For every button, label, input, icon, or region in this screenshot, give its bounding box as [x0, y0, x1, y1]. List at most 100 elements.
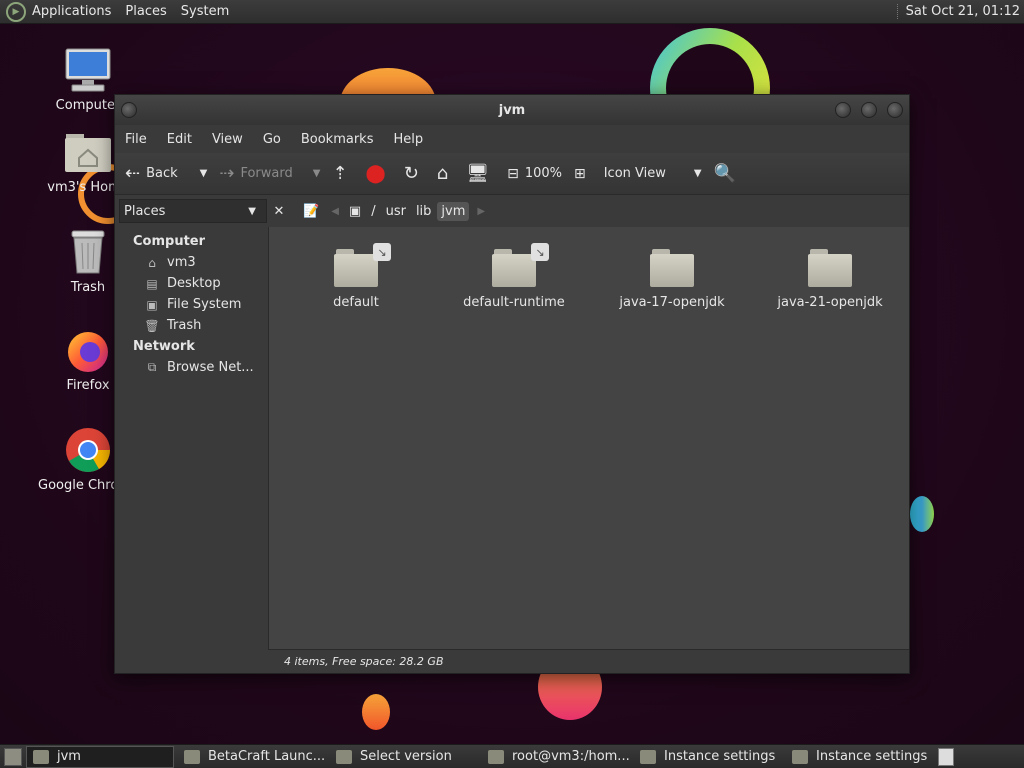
sidebar-item-desktop[interactable]: ▤ Desktop [115, 273, 265, 294]
window-body: Computer ⌂ vm3 ▤ Desktop ▣ File System 🗑… [115, 227, 909, 673]
wallpaper-shape [910, 496, 934, 532]
menu-file[interactable]: File [125, 132, 147, 147]
maximize-button[interactable] [861, 102, 877, 118]
firefox-icon [64, 326, 112, 374]
zoom-out-icon: ⊟ [507, 165, 519, 182]
taskbar-item[interactable]: Instance settings [786, 746, 930, 768]
back-history-dropdown[interactable]: ▼ [200, 168, 208, 179]
taskbar-item[interactable]: jvm [26, 745, 174, 768]
folder-icon [808, 249, 852, 287]
bottom-panel: jvm BetaCraft Launc... Select version ro… [0, 744, 1024, 768]
chevron-down-icon: ▼ [248, 205, 256, 217]
chevron-down-icon: ▼ [693, 168, 702, 179]
file-manager-window: jvm File Edit View Go Bookmarks Help ⇠ B… [114, 94, 910, 674]
chrome-icon [64, 426, 112, 474]
edit-location-icon[interactable]: 📝 [299, 202, 323, 221]
search-icon: 🔍 [713, 163, 736, 184]
sidebar-item-vm3[interactable]: ⌂ vm3 [115, 252, 265, 273]
sidebar-item-trash[interactable]: 🗑 Trash [115, 315, 265, 336]
folder-icon [334, 249, 378, 287]
file-item[interactable]: java-21-openjdk [751, 235, 909, 310]
computer-button[interactable]: 🖥 [466, 163, 495, 184]
symlink-emblem-icon: ↘ [373, 243, 391, 261]
forward-button[interactable]: ⇢ Forward ▼ [219, 163, 320, 184]
main-menu-icon[interactable]: ▶ [6, 1, 26, 22]
zoom-out-button[interactable]: ⊟ 100% [507, 166, 562, 182]
app-icon [640, 749, 656, 764]
breadcrumb-jvm[interactable]: jvm [437, 201, 470, 221]
workspace-switcher[interactable] [938, 747, 954, 766]
taskbar-item[interactable]: root@vm3:/hom... [482, 746, 630, 768]
up-arrow-icon: ⇡ [332, 163, 348, 184]
window-titlebar[interactable]: jvm [115, 95, 909, 125]
filesystem-icon: ▣ [348, 203, 362, 219]
taskbar-item[interactable]: Instance settings [634, 746, 782, 768]
menu-view[interactable]: View [212, 132, 243, 147]
menu-system[interactable]: System [181, 4, 229, 19]
breadcrumb-usr[interactable]: usr [382, 202, 410, 221]
close-button[interactable] [887, 102, 903, 118]
breadcrumb-right-arrow-icon[interactable]: ▶ [477, 206, 485, 217]
computer-icon: 🖥 [466, 163, 490, 184]
reload-icon: ↻ [403, 163, 419, 184]
home-icon: ⌂ [148, 255, 156, 270]
breadcrumb: 📝 ◀ ▣ / usr lib jvm ▶ [299, 201, 491, 221]
breadcrumb-left-arrow-icon[interactable]: ◀ [331, 206, 339, 217]
search-button[interactable]: 🔍 [714, 163, 742, 184]
app-icon [336, 749, 352, 764]
toolbar: ⇠ Back ▼ ⇢ Forward ▼ ⇡ ⬤ ↻ ⌂ 🖥 ⊟ 100% ⊞ … [115, 153, 909, 195]
computer-icon [64, 46, 112, 94]
menu-places[interactable]: Places [125, 4, 166, 19]
back-arrow-icon: ⇠ [125, 163, 141, 184]
clock[interactable]: Sat Oct 21, 01:12 [896, 4, 1020, 19]
home-button[interactable]: ⌂ [437, 163, 454, 184]
folder-icon [650, 249, 694, 287]
menu-bookmarks[interactable]: Bookmarks [301, 132, 374, 147]
sidebar-item-file-system[interactable]: ▣ File System [115, 294, 265, 315]
sidebar-selector[interactable]: Places ▼ [119, 199, 267, 223]
home-folder-icon [64, 128, 112, 176]
up-button[interactable]: ⇡ [332, 163, 353, 184]
desktop-folder-icon: ▤ [146, 276, 158, 291]
minimize-button[interactable] [835, 102, 851, 118]
home-icon: ⌂ [436, 163, 449, 184]
sidebar-heading-network: Network [133, 339, 195, 354]
show-desktop-icon[interactable] [4, 747, 22, 766]
menu-help[interactable]: Help [393, 132, 423, 147]
wallpaper-shape [362, 694, 390, 730]
file-item[interactable]: ↘ default-runtime [435, 235, 593, 310]
sidebar-item-browse-network[interactable]: ⧉ Browse Net... [115, 357, 265, 378]
file-grid: ↘ default ↘ default-runtime java-17-open… [269, 227, 909, 310]
stop-button[interactable]: ⬤ [366, 163, 392, 184]
top-panel: ▶ Applications Places System Sat Oct 21,… [0, 0, 1024, 24]
file-item[interactable]: java-17-openjdk [593, 235, 751, 310]
folder-icon [33, 749, 49, 764]
menu-applications[interactable]: Applications [32, 4, 111, 19]
network-icon: ⧉ [147, 360, 157, 374]
location-bar: Places ▼ ✕ 📝 ◀ ▣ / usr lib jvm ▶ [115, 195, 909, 227]
view-mode-select[interactable]: Icon View ▼ [604, 166, 702, 181]
breadcrumb-lib[interactable]: lib [412, 202, 435, 221]
zoom-in-icon: ⊞ [573, 165, 586, 182]
app-icon [184, 749, 200, 764]
zoom-in-button[interactable]: ⊞ [574, 166, 592, 182]
menubar: File Edit View Go Bookmarks Help [115, 125, 909, 153]
menu-go[interactable]: Go [263, 132, 281, 147]
window-menu-button[interactable] [121, 102, 137, 118]
places-sidebar: Computer ⌂ vm3 ▤ Desktop ▣ File System 🗑… [115, 227, 265, 673]
taskbar-item[interactable]: BetaCraft Launc... [178, 746, 326, 768]
reload-button[interactable]: ↻ [404, 163, 425, 184]
file-item[interactable]: ↘ default [277, 235, 435, 310]
menu-edit[interactable]: Edit [167, 132, 192, 147]
back-button[interactable]: ⇠ Back ▼ [125, 163, 207, 184]
breadcrumb-root[interactable]: / [367, 202, 379, 221]
file-view[interactable]: ↘ default ↘ default-runtime java-17-open… [268, 227, 909, 673]
terminal-icon [488, 749, 504, 764]
window-title: jvm [498, 102, 526, 118]
sidebar-heading-computer: Computer [133, 234, 206, 249]
zoom-level: 100% [524, 166, 562, 181]
taskbar-item[interactable]: Select version [330, 746, 478, 768]
close-sidebar-icon[interactable]: ✕ [269, 204, 289, 219]
app-icon [792, 749, 808, 764]
forward-history-dropdown[interactable]: ▼ [313, 168, 321, 179]
